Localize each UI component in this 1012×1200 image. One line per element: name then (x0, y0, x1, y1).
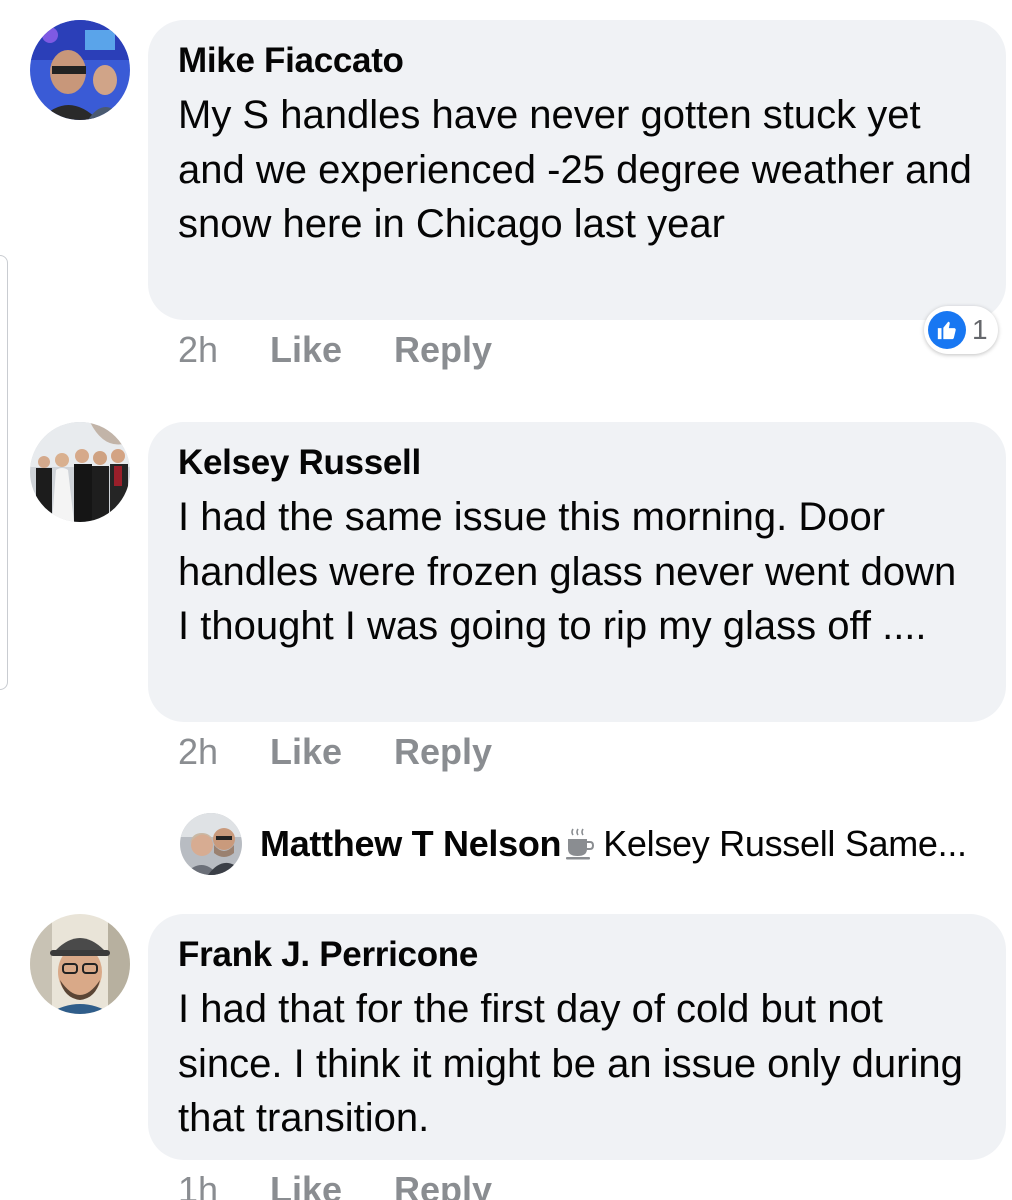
comment-text: My S handles have never gotten stuck yet… (178, 93, 972, 246)
comment-actions: 2h Like Reply (178, 732, 492, 772)
like-button[interactable]: Like (270, 330, 394, 370)
reply-button[interactable]: Reply (394, 732, 492, 772)
comment-author[interactable]: Kelsey Russell (178, 442, 976, 484)
reply-author[interactable]: Matthew T Nelson (260, 823, 562, 865)
comment-bubble: Kelsey Russell I had the same issue this… (148, 422, 1006, 722)
reaction-summary[interactable]: 1 (924, 306, 998, 354)
reply-button[interactable]: Reply (394, 1170, 492, 1200)
reply-snippet: Kelsey Russell Same... (603, 823, 967, 864)
comment-text: I had the same issue this morning. Door … (178, 495, 957, 648)
comment-text: I had that for the first day of cold but… (178, 987, 963, 1140)
coffee-cup-icon (565, 827, 595, 861)
comment-timestamp[interactable]: 1h (178, 1170, 270, 1200)
avatar[interactable] (30, 20, 130, 120)
comment-bubble: Mike Fiaccato My S handles have never go… (148, 20, 1006, 320)
comment-timestamp[interactable]: 2h (178, 732, 270, 772)
like-icon (928, 311, 966, 349)
comment-author[interactable]: Mike Fiaccato (178, 40, 976, 82)
reaction-count: 1 (972, 314, 988, 345)
avatar[interactable] (30, 422, 130, 522)
comment-actions: 1h Like Reply (178, 1170, 492, 1200)
avatar[interactable] (30, 914, 130, 1014)
comment-bubble: Frank J. Perricone I had that for the fi… (148, 914, 1006, 1160)
avatar[interactable] (180, 813, 242, 875)
side-panel-edge (0, 255, 8, 690)
reply-button[interactable]: Reply (394, 330, 492, 370)
comment-timestamp[interactable]: 2h (178, 330, 270, 370)
like-button[interactable]: Like (270, 732, 394, 772)
reply-preview[interactable]: Matthew T Nelson Kelsey Russell Same... (180, 812, 967, 876)
comment-author[interactable]: Frank J. Perricone (178, 934, 976, 976)
like-button[interactable]: Like (270, 1170, 394, 1200)
comments-thread: Mike Fiaccato My S handles have never go… (0, 0, 1012, 1200)
comment-actions: 2h Like Reply (178, 330, 492, 370)
